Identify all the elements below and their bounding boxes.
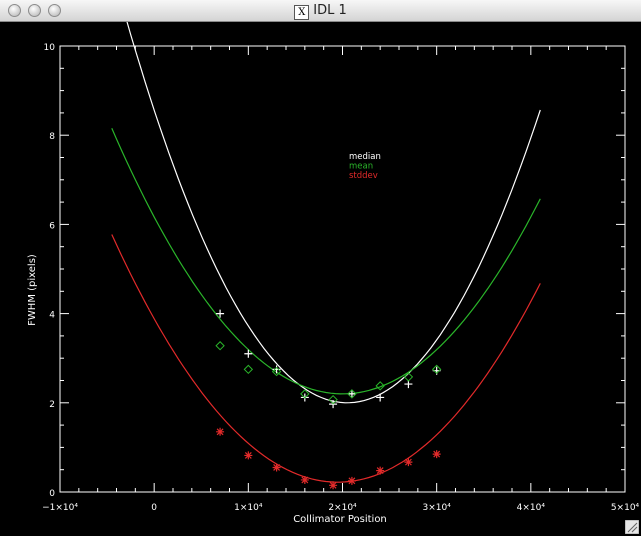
legend-item-mean: mean [349, 162, 373, 172]
y-tick-label: 10 [44, 43, 56, 53]
point-stddev [329, 481, 338, 490]
title-bar[interactable]: X IDL 1 [0, 0, 641, 22]
x11-icon: X [294, 5, 310, 20]
resize-grip[interactable] [625, 520, 639, 534]
x-tick-label: 1×10⁴ [234, 503, 263, 513]
x-tick-label: −1×10⁴ [42, 503, 78, 513]
window-title: X IDL 1 [0, 3, 641, 20]
point-stddev [272, 463, 281, 472]
point-stddev [376, 466, 385, 475]
x-tick-label: 5×10⁴ [611, 503, 640, 513]
point-stddev [347, 476, 356, 485]
idl-window: X IDL 1 −1×10⁴ 0 1×10⁴ 2×10⁴ 3×10⁴ 4×10⁴ 5×10⁴ 0… [0, 0, 641, 536]
y-tick-label: 0 [49, 489, 55, 499]
legend-item-stddev: stddev [349, 171, 378, 181]
y-tick-label: 4 [49, 311, 55, 321]
x-tick-label: 4×10⁴ [517, 503, 546, 513]
window-title-text: IDL 1 [313, 3, 347, 18]
y-axis-label: FWHM (pixels) [27, 254, 38, 326]
point-stddev [300, 475, 309, 484]
x-tick-label: 2×10⁴ [328, 503, 357, 513]
x-tick-label: 0 [151, 503, 157, 513]
x-axis-label: Collimator Position [293, 514, 387, 525]
legend-item-median: median [349, 152, 381, 162]
point-stddev [404, 458, 413, 467]
point-stddev [244, 451, 253, 460]
plot-area: −1×10⁴ 0 1×10⁴ 2×10⁴ 3×10⁴ 4×10⁴ 5×10⁴0246810 … [0, 22, 641, 536]
y-tick-label: 8 [49, 132, 55, 142]
y-tick-label: 2 [49, 400, 55, 410]
y-tick-label: 6 [49, 221, 55, 231]
point-stddev [216, 427, 225, 436]
point-stddev [432, 450, 441, 459]
x-tick-label: 3×10⁴ [423, 503, 452, 513]
